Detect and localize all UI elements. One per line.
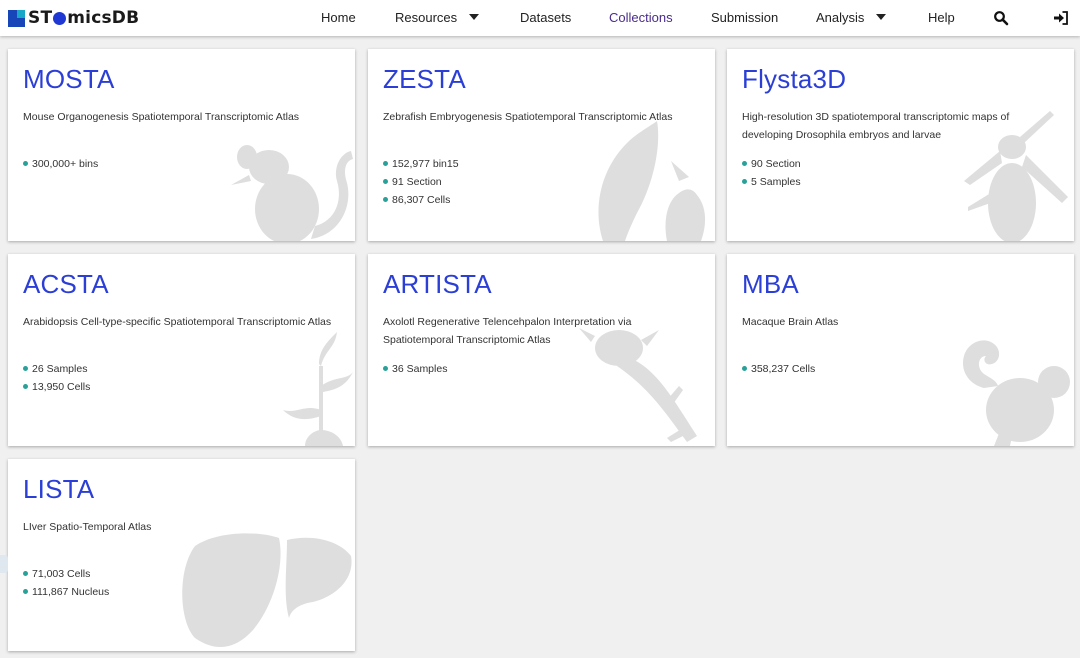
mouse-icon <box>231 145 353 241</box>
stat-item: 13,950 Cells <box>23 378 90 396</box>
sign-in-icon[interactable] <box>1053 10 1069 26</box>
collection-card-mosta[interactable]: MOSTA Mouse Organogenesis Spatiotemporal… <box>8 49 355 241</box>
card-title[interactable]: ARTISTA <box>383 269 492 300</box>
search-icon[interactable] <box>993 10 1009 26</box>
card-stats: 300,000+ bins <box>23 155 98 173</box>
card-description: LIver Spatio-Temporal Atlas <box>23 521 152 533</box>
monkey-icon <box>962 340 1070 446</box>
card-description: Arabidopsis Cell-type-specific Spatiotem… <box>23 316 332 328</box>
card-stats: 358,237 Cells <box>742 360 815 378</box>
stat-item: 300,000+ bins <box>23 155 98 173</box>
nav-resources[interactable]: Resources <box>395 0 480 36</box>
top-navbar: ST micsDB Home Resources Datasets Collect… <box>0 0 1080 36</box>
card-title[interactable]: MBA <box>742 269 799 300</box>
nav-help[interactable]: Help <box>928 0 955 36</box>
card-stats: 71,003 Cells 111,867 Nucleus <box>23 565 109 601</box>
side-drawer-tab[interactable] <box>0 555 8 573</box>
stat-item: 5 Samples <box>742 173 801 191</box>
nav-collections[interactable]: Collections <box>609 0 673 36</box>
nav-home[interactable]: Home <box>321 0 356 36</box>
card-title[interactable]: LISTA <box>23 474 94 505</box>
card-stats: 36 Samples <box>383 360 447 378</box>
plant-icon <box>283 332 353 446</box>
card-description: Axolotl Regenerative Telencehpalon Inter… <box>383 316 632 346</box>
card-title[interactable]: MOSTA <box>23 64 115 95</box>
stat-item: 86,307 Cells <box>383 191 459 209</box>
stat-item: 36 Samples <box>383 360 447 378</box>
card-description: High-resolution 3D spatiotemporal transc… <box>742 111 1010 141</box>
nav-submission[interactable]: Submission <box>711 0 778 36</box>
card-stats: 26 Samples 13,950 Cells <box>23 360 90 396</box>
stat-item: 111,867 Nucleus <box>23 583 109 601</box>
fish-icon <box>598 121 706 241</box>
card-description: Zebrafish Embryogenesis Spatiotemporal T… <box>383 111 673 123</box>
collection-card-lista[interactable]: LISTA LIver Spatio-Temporal Atlas 71,003… <box>8 459 355 651</box>
stat-item: 71,003 Cells <box>23 565 109 583</box>
chevron-down-icon <box>469 14 480 20</box>
collection-card-mba[interactable]: MBA Macaque Brain Atlas 358,237 Cells <box>727 254 1074 446</box>
stat-item: 26 Samples <box>23 360 90 378</box>
card-stats: 90 Section 5 Samples <box>742 155 801 191</box>
card-stats: 152,977 bin15 91 Section 86,307 Cells <box>383 155 459 209</box>
card-description: Macaque Brain Atlas <box>742 316 839 328</box>
stat-item: 91 Section <box>383 173 459 191</box>
logo-mark-icon <box>8 9 25 27</box>
chevron-down-icon <box>876 14 887 20</box>
collection-card-artista[interactable]: ARTISTA Axolotl Regenerative Telencehpal… <box>368 254 715 446</box>
collection-card-zesta[interactable]: ZESTA Zebrafish Embryogenesis Spatiotemp… <box>368 49 715 241</box>
card-title[interactable]: Flysta3D <box>742 64 846 95</box>
logo-dot-icon <box>53 11 67 25</box>
brand-name: ST micsDB <box>28 8 140 28</box>
liver-icon <box>182 533 352 648</box>
stat-item: 358,237 Cells <box>742 360 815 378</box>
stat-item: 152,977 bin15 <box>383 155 459 173</box>
brand-logo[interactable]: ST micsDB <box>8 8 139 28</box>
nav-analysis[interactable]: Analysis <box>816 0 887 36</box>
card-title[interactable]: ZESTA <box>383 64 466 95</box>
stat-item: 90 Section <box>742 155 801 173</box>
card-title[interactable]: ACSTA <box>23 269 109 300</box>
card-description: Mouse Organogenesis Spatiotemporal Trans… <box>23 111 300 123</box>
collection-card-flysta3d[interactable]: Flysta3D High-resolution 3D spatiotempor… <box>727 49 1074 241</box>
collection-card-acsta[interactable]: ACSTA Arabidopsis Cell-type-specific Spa… <box>8 254 355 446</box>
nav-datasets[interactable]: Datasets <box>520 0 571 36</box>
